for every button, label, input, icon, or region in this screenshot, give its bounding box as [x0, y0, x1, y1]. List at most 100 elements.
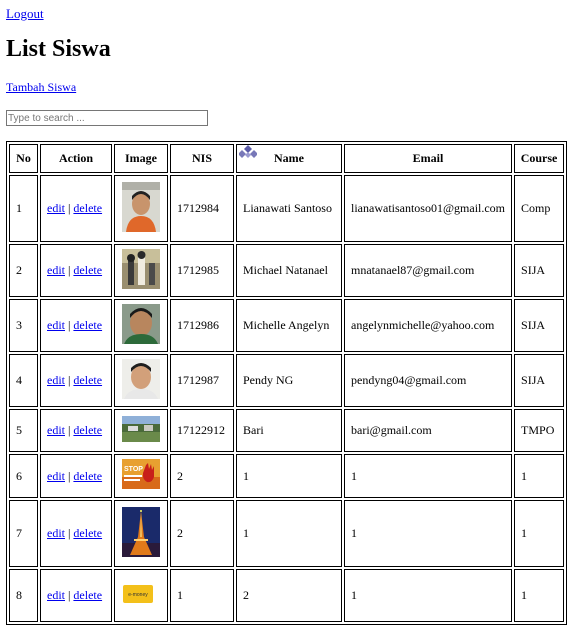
name-cell: Bari [236, 409, 342, 452]
table-row: 6 edit | delete STOP 2 1 1 1 [9, 454, 565, 498]
student-image-cell [114, 175, 168, 242]
table-row: 1 edit | delete 1712984 Lianawati Santos… [9, 175, 565, 242]
student-image-cell [114, 299, 168, 352]
row-actions: edit | delete [40, 454, 112, 498]
student-image-cell [114, 500, 168, 567]
student-photo [122, 303, 160, 348]
delete-link[interactable]: delete [73, 469, 102, 483]
student-image-cell [114, 244, 168, 297]
table-row: 2 edit | delete 1712985 Michael Natanael… [9, 244, 565, 297]
course-cell: 1 [514, 500, 565, 567]
table-row: 3 edit | delete 1712986 Michelle Angelyn… [9, 299, 565, 352]
row-actions: edit | delete [40, 409, 112, 452]
row-actions: edit | delete [40, 354, 112, 407]
nis-cell: 2 [170, 500, 234, 567]
nis-cell: 1712987 [170, 354, 234, 407]
nis-cell: 2 [170, 454, 234, 498]
delete-link[interactable]: delete [73, 526, 102, 540]
table-header-row: No Action Image NIS Name Email Course [9, 144, 565, 173]
student-image-cell: STOP [114, 454, 168, 498]
action-separator: | [68, 318, 71, 332]
action-separator: | [68, 373, 71, 387]
column-header-name-label: Name [274, 151, 304, 165]
edit-link[interactable]: edit [47, 201, 65, 215]
row-number: 6 [9, 454, 38, 498]
delete-link[interactable]: delete [73, 423, 102, 437]
email-cell: lianawatisantoso01@gmail.com [344, 175, 513, 242]
column-header-course: Course [514, 144, 565, 173]
email-cell: 1 [344, 500, 513, 567]
student-table: No Action Image NIS Name Email Course 1 … [6, 141, 568, 625]
column-header-image: Image [114, 144, 168, 173]
name-cell: Pendy NG [236, 354, 342, 407]
delete-link[interactable]: delete [73, 201, 102, 215]
course-cell: 1 [514, 454, 565, 498]
student-photo [122, 358, 160, 403]
table-row: 7 edit | delete 2 1 1 1 [9, 500, 565, 567]
delete-link[interactable]: delete [73, 373, 102, 387]
nis-cell: 1712986 [170, 299, 234, 352]
course-cell: TMPO [514, 409, 565, 452]
course-cell: Comp [514, 175, 565, 242]
student-photo: STOP [122, 459, 160, 493]
row-number: 8 [9, 569, 38, 622]
row-actions: edit | delete [40, 299, 112, 352]
name-cell: 2 [236, 569, 342, 622]
name-cell: 1 [236, 454, 342, 498]
name-cell: Michelle Angelyn [236, 299, 342, 352]
name-cell: 1 [236, 500, 342, 567]
course-cell: SIJA [514, 244, 565, 297]
sort-icon[interactable] [239, 145, 257, 159]
column-header-action: Action [40, 144, 112, 173]
table-row: 4 edit | delete 1712987 Pendy NG pendyng… [9, 354, 565, 407]
delete-link[interactable]: delete [73, 318, 102, 332]
edit-link[interactable]: edit [47, 318, 65, 332]
email-cell: pendyng04@gmail.com [344, 354, 513, 407]
student-photo [122, 181, 160, 236]
delete-link[interactable]: delete [73, 263, 102, 277]
row-number: 4 [9, 354, 38, 407]
row-number: 1 [9, 175, 38, 242]
logout-link[interactable]: Logout [6, 6, 44, 22]
nis-cell: 1 [170, 569, 234, 622]
edit-link[interactable]: edit [47, 469, 65, 483]
svg-text:STOP: STOP [124, 466, 143, 473]
edit-link[interactable]: edit [47, 423, 65, 437]
student-photo [122, 415, 160, 446]
nis-cell: 1712984 [170, 175, 234, 242]
row-number: 7 [9, 500, 38, 567]
column-header-email: Email [344, 144, 513, 173]
row-actions: edit | delete [40, 569, 112, 622]
action-separator: | [68, 526, 71, 540]
student-photo [122, 248, 160, 293]
course-cell: SIJA [514, 299, 565, 352]
nis-cell: 1712985 [170, 244, 234, 297]
student-photo [122, 506, 160, 561]
course-cell: SIJA [514, 354, 565, 407]
edit-link[interactable]: edit [47, 263, 65, 277]
action-separator: | [68, 201, 71, 215]
action-separator: | [68, 423, 71, 437]
row-actions: edit | delete [40, 244, 112, 297]
edit-link[interactable]: edit [47, 526, 65, 540]
email-cell: angelynmichelle@yahoo.com [344, 299, 513, 352]
student-image-cell [114, 354, 168, 407]
column-header-no: No [9, 144, 38, 173]
delete-link[interactable]: delete [73, 588, 102, 602]
edit-link[interactable]: edit [47, 373, 65, 387]
svg-text:e-money: e-money [128, 592, 148, 598]
email-cell: 1 [344, 569, 513, 622]
add-student-link[interactable]: Tambah Siswa [6, 80, 76, 95]
action-separator: | [68, 588, 71, 602]
action-separator: | [68, 263, 71, 277]
row-number: 5 [9, 409, 38, 452]
name-cell: Lianawati Santoso [236, 175, 342, 242]
edit-link[interactable]: edit [47, 588, 65, 602]
nis-cell: 17122912 [170, 409, 234, 452]
table-row: 8 edit | delete e-money 1 2 1 1 [9, 569, 565, 622]
search-input[interactable] [6, 110, 208, 126]
column-header-name[interactable]: Name [236, 144, 342, 173]
student-image-cell [114, 409, 168, 452]
action-separator: | [68, 468, 71, 483]
row-actions: edit | delete [40, 175, 112, 242]
